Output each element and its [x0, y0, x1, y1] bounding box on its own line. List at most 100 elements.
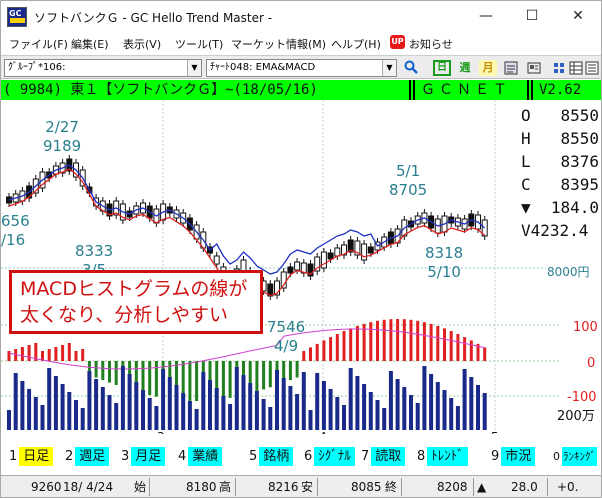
volume-unit-label: 200万: [557, 409, 595, 424]
ohlc-change: 184.0: [550, 198, 599, 217]
tab-num: 3: [121, 449, 130, 464]
tab-daily[interactable]: 1 日足: [7, 447, 54, 466]
menu-tools[interactable]: ツール(T): [175, 36, 223, 52]
macd-histogram-bar: [295, 361, 299, 378]
candle-body: [334, 247, 341, 257]
macd-histogram-bar: [456, 333, 460, 361]
bottom-price: 7546: [267, 318, 306, 336]
tab-num: 8: [417, 449, 426, 464]
macd-histogram-bar: [409, 319, 413, 361]
tab-market[interactable]: 9 市況: [489, 447, 536, 466]
menu-bar: ファイル(F) 編集(E) 表示(V) ツール(T) マーケット情報(M) ヘル…: [1, 32, 601, 54]
menu-file[interactable]: ファイル(F): [9, 36, 68, 52]
toolbar: ｸﾞﾙｰﾌﾟ*106: ▼ ﾁｬｰﾄ048: EMA&MACD ▼ 日 週 月: [1, 55, 601, 79]
volume-bar: [476, 385, 480, 430]
candle-body: [327, 252, 334, 260]
stock-info-title: ( 9984) 東１【ソフトバンクＧ】~(18/05/16): [3, 82, 318, 98]
volume-bar: [482, 393, 487, 430]
month-label-4: 4: [319, 430, 327, 434]
divider: [149, 478, 150, 496]
macd-histogram-bar: [81, 349, 85, 361]
maximize-button[interactable]: ☐: [509, 1, 555, 32]
tab-signal[interactable]: 6 ｼｸﾞﾅﾙ: [302, 447, 355, 466]
volume-bar: [469, 377, 474, 430]
macd-histogram-bar: [74, 351, 78, 361]
tab-label: 読取: [371, 447, 406, 466]
volume-bar: [455, 406, 460, 430]
weekly-glyph: 週: [459, 61, 471, 74]
app-logo-icon: GC: [7, 7, 27, 27]
volume-bar: [120, 366, 125, 430]
tab-trend[interactable]: 8 ﾄﾚﾝﾄﾞ: [415, 447, 468, 466]
menu-market-info[interactable]: マーケット情報(M): [231, 36, 326, 52]
up-badge-icon[interactable]: UP: [390, 35, 405, 49]
macd-histogram-bar: [463, 337, 467, 361]
volume-bar: [261, 399, 266, 430]
candle-body: [367, 246, 374, 254]
macd-histogram-bar: [141, 361, 145, 394]
monthly-icon[interactable]: 月: [479, 60, 497, 76]
tab-ranking[interactable]: 0 ﾗﾝｷﾝｸﾞ: [551, 447, 597, 466]
macd-line: [8, 328, 485, 370]
news-icon[interactable]: [525, 60, 543, 76]
settings-icon[interactable]: [550, 60, 568, 76]
chevron-down-icon[interactable]: ▼: [382, 60, 396, 76]
macd-histogram-bar: [416, 320, 420, 361]
tab-monthly[interactable]: 3 月足: [119, 447, 166, 466]
menu-view[interactable]: 表示(V): [123, 36, 161, 52]
chart-select[interactable]: ﾁｬｰﾄ048: EMA&MACD ▼: [206, 59, 397, 77]
close-button[interactable]: ✕: [555, 1, 601, 32]
volume-bar: [228, 404, 233, 430]
candle-body: [361, 243, 368, 261]
separator: [527, 80, 529, 100]
macd-histogram-bar: [322, 340, 326, 361]
macd-histogram-bar: [469, 340, 473, 361]
macd-histogram-bar: [349, 328, 353, 361]
menu-notice[interactable]: お知らせ: [409, 36, 453, 52]
macd-histogram-bar: [376, 320, 379, 361]
tab-label: 市況: [501, 447, 536, 466]
minimize-button[interactable]: —: [463, 1, 509, 32]
daily-icon[interactable]: 日: [433, 60, 451, 76]
low2-price: 8318: [425, 244, 464, 262]
tab-read[interactable]: 7 読取: [359, 447, 406, 466]
macd-histogram-bar: [148, 361, 152, 396]
search-icon[interactable]: [402, 60, 420, 76]
report-icon[interactable]: [502, 60, 520, 76]
list-icon[interactable]: [583, 60, 601, 76]
tab-label: 日足: [19, 447, 54, 466]
menu-help[interactable]: ヘルプ(H): [331, 36, 381, 52]
macd-histogram-bar: [443, 328, 446, 361]
tab-label: 業績: [188, 447, 223, 466]
high-date: 2/27: [45, 118, 79, 136]
open-value: 8180: [186, 480, 217, 494]
candle-body: [213, 255, 220, 265]
weekly-icon[interactable]: 週: [456, 60, 474, 76]
peak2-date: 5/1: [396, 162, 421, 180]
macd-histogram-bar: [228, 361, 232, 398]
volume-bar: [181, 393, 186, 430]
volume-bar: [187, 401, 192, 430]
volume-bar: [214, 388, 219, 430]
volume-bar: [288, 386, 293, 430]
tab-label: 週足: [75, 447, 110, 466]
low-label: 安: [301, 480, 314, 494]
volume-bar: [388, 371, 393, 430]
volume-bar: [409, 395, 413, 430]
tab-stocks[interactable]: 5 銘柄: [247, 447, 294, 466]
month-label-5: 5: [491, 430, 499, 434]
macd-histogram-bar: [436, 325, 440, 361]
volume-bar: [167, 377, 172, 430]
ohlc-panel: O 8550 H 8550 L 8376 C 8395 ▼ 184.0 V4232…: [521, 104, 599, 242]
menu-edit[interactable]: 編集(E): [71, 36, 109, 52]
tab-earnings[interactable]: 4 業績: [176, 447, 223, 466]
chart-area[interactable]: O 8550 H 8550 L 8376 C 8395 ▼ 184.0 V4232…: [1, 100, 601, 434]
macd-top-label: 100: [573, 320, 598, 335]
group-select[interactable]: ｸﾞﾙｰﾌﾟ*106: ▼: [4, 59, 202, 77]
tab-label: 銘柄: [259, 447, 294, 466]
chevron-down-icon[interactable]: ▼: [187, 60, 201, 76]
tab-weekly[interactable]: 2 週足: [63, 447, 110, 466]
up-triangle-icon: ▲: [477, 480, 487, 494]
macd-zero-label: 0: [587, 356, 596, 371]
quote-date: 18/ 4/24: [63, 480, 114, 494]
